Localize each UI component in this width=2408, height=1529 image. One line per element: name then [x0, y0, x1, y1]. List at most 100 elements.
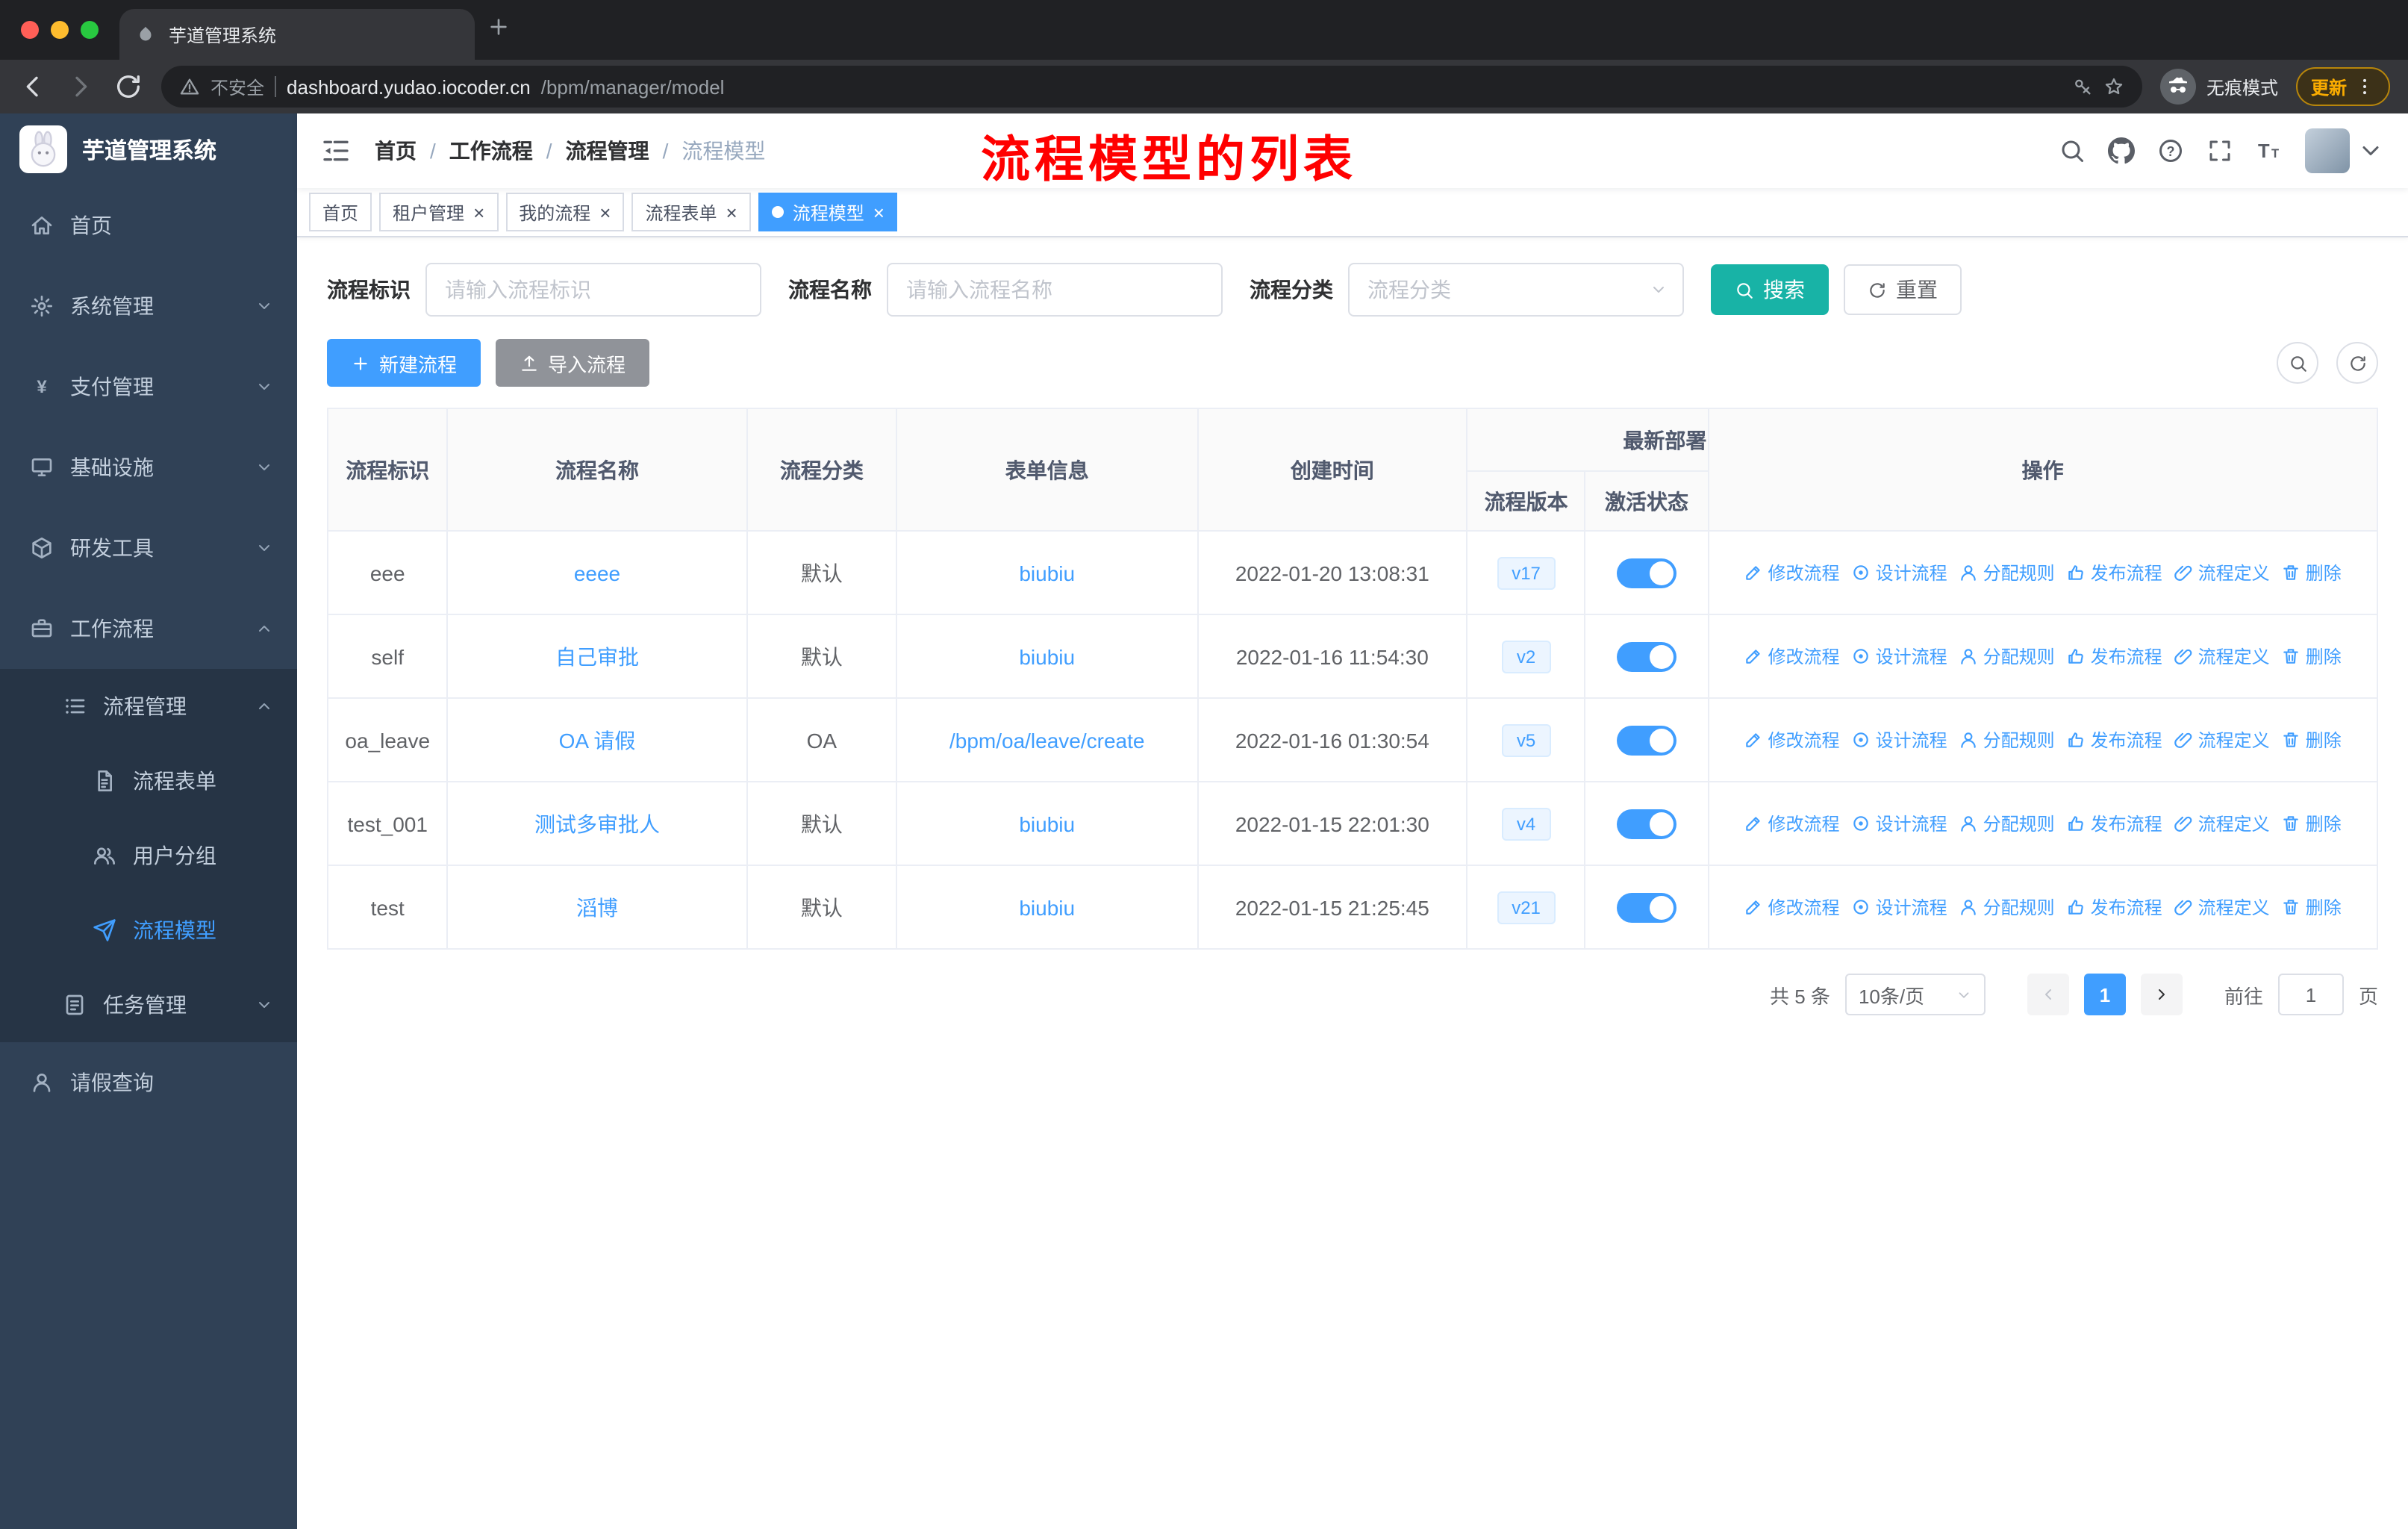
- process-name-link[interactable]: 滔博: [576, 895, 618, 919]
- form-info-link[interactable]: biubiu: [1019, 644, 1075, 668]
- action-definition-link[interactable]: 流程定义: [2174, 726, 2270, 752]
- tab-home[interactable]: 首页: [309, 193, 372, 231]
- sidebar-item-home[interactable]: 首页: [0, 185, 297, 266]
- zoom-window-button[interactable]: [81, 21, 99, 39]
- activation-toggle[interactable]: [1617, 558, 1676, 588]
- import-process-button[interactable]: 导入流程: [496, 339, 650, 387]
- action-publish-link[interactable]: 发布流程: [2067, 726, 2162, 752]
- action-publish-link[interactable]: 发布流程: [2067, 810, 2162, 835]
- back-icon[interactable]: [18, 72, 48, 102]
- sidebar-item-devtools[interactable]: 研发工具: [0, 508, 297, 588]
- process-name-input[interactable]: [887, 263, 1223, 317]
- tab-process-form[interactable]: 流程表单 ×: [631, 193, 751, 231]
- action-design-link[interactable]: 设计流程: [1852, 643, 1947, 668]
- url-bar[interactable]: 不安全 dashboard.yudao.iocoder.cn /bpm/mana…: [161, 66, 2142, 108]
- create-process-button[interactable]: 新建流程: [327, 339, 481, 387]
- action-design-link[interactable]: 设计流程: [1852, 810, 1947, 835]
- breadcrumb-item[interactable]: 流程管理: [566, 136, 649, 166]
- process-name-link[interactable]: OA 请假: [559, 728, 636, 752]
- action-definition-link[interactable]: 流程定义: [2174, 643, 2270, 668]
- action-modify-link[interactable]: 修改流程: [1744, 643, 1840, 668]
- sidebar-item-process-model[interactable]: 流程模型: [0, 893, 297, 968]
- fullscreen-icon[interactable]: [2206, 137, 2233, 164]
- refresh-table-button[interactable]: [2336, 342, 2378, 384]
- action-modify-link[interactable]: 修改流程: [1744, 726, 1840, 752]
- breadcrumb-item[interactable]: 工作流程: [449, 136, 533, 166]
- action-delete-link[interactable]: 删除: [2282, 726, 2342, 752]
- close-icon[interactable]: ×: [726, 202, 737, 222]
- action-design-link[interactable]: 设计流程: [1852, 559, 1947, 585]
- github-icon[interactable]: [2108, 137, 2135, 164]
- action-definition-link[interactable]: 流程定义: [2174, 559, 2270, 585]
- action-assign-rule-link[interactable]: 分配规则: [1959, 810, 2055, 835]
- forward-icon[interactable]: [66, 72, 96, 102]
- sidebar-item-process-form[interactable]: 流程表单: [0, 744, 297, 818]
- action-delete-link[interactable]: 删除: [2282, 810, 2342, 835]
- browser-tab[interactable]: 芋道管理系统: [119, 9, 475, 60]
- action-definition-link[interactable]: 流程定义: [2174, 810, 2270, 835]
- close-window-button[interactable]: [21, 21, 39, 39]
- sidebar-collapse-icon[interactable]: [321, 136, 351, 166]
- action-modify-link[interactable]: 修改流程: [1744, 894, 1840, 919]
- process-name-link[interactable]: eeee: [574, 561, 620, 585]
- close-icon[interactable]: ×: [599, 202, 611, 222]
- tab-process-model[interactable]: 流程模型 ×: [758, 193, 898, 231]
- goto-page-input[interactable]: [2277, 974, 2344, 1015]
- sidebar-item-system[interactable]: 系统管理: [0, 266, 297, 346]
- close-icon[interactable]: ×: [473, 202, 484, 222]
- sidebar-item-workflow[interactable]: 工作流程: [0, 588, 297, 669]
- question-icon[interactable]: ?: [2157, 137, 2184, 164]
- activation-toggle[interactable]: [1617, 809, 1676, 838]
- avatar[interactable]: [2305, 128, 2350, 173]
- sidebar-item-infrastructure[interactable]: 基础设施: [0, 427, 297, 508]
- activation-toggle[interactable]: [1617, 641, 1676, 671]
- action-delete-link[interactable]: 删除: [2282, 559, 2342, 585]
- dots-vertical-icon[interactable]: [2354, 76, 2375, 97]
- action-modify-link[interactable]: 修改流程: [1744, 810, 1840, 835]
- action-publish-link[interactable]: 发布流程: [2067, 559, 2162, 585]
- form-info-link[interactable]: biubiu: [1019, 895, 1075, 919]
- next-page-button[interactable]: [2140, 974, 2183, 1015]
- reload-icon[interactable]: [113, 72, 143, 102]
- sidebar-item-process-mgmt[interactable]: 流程管理: [0, 669, 297, 744]
- new-tab-button[interactable]: [487, 15, 525, 54]
- fontsize-icon[interactable]: TT: [2256, 137, 2283, 164]
- page-1-button[interactable]: 1: [2083, 974, 2126, 1015]
- tab-tenant-mgmt[interactable]: 租户管理 ×: [379, 193, 499, 231]
- activation-toggle[interactable]: [1617, 892, 1676, 922]
- toggle-search-button[interactable]: [2277, 342, 2318, 384]
- action-publish-link[interactable]: 发布流程: [2067, 894, 2162, 919]
- sidebar-item-user-group[interactable]: 用户分组: [0, 818, 297, 893]
- form-info-link[interactable]: biubiu: [1019, 561, 1075, 585]
- search-button[interactable]: 搜索: [1711, 264, 1829, 315]
- close-icon[interactable]: ×: [873, 202, 885, 222]
- action-assign-rule-link[interactable]: 分配规则: [1959, 643, 2055, 668]
- page-size-select[interactable]: 10条/页: [1844, 974, 1986, 1015]
- sidebar-item-payment[interactable]: ¥ 支付管理: [0, 346, 297, 427]
- process-name-link[interactable]: 测试多审批人: [534, 812, 660, 835]
- category-select[interactable]: 流程分类: [1348, 263, 1684, 317]
- star-icon[interactable]: [2103, 76, 2124, 97]
- search-icon[interactable]: [2059, 137, 2086, 164]
- action-definition-link[interactable]: 流程定义: [2174, 894, 2270, 919]
- action-delete-link[interactable]: 删除: [2282, 894, 2342, 919]
- process-name-link[interactable]: 自己审批: [555, 644, 639, 668]
- user-menu[interactable]: [2305, 128, 2384, 173]
- form-info-link[interactable]: biubiu: [1019, 812, 1075, 835]
- action-design-link[interactable]: 设计流程: [1852, 894, 1947, 919]
- reset-button[interactable]: 重置: [1844, 264, 1962, 315]
- sidebar-item-task-mgmt[interactable]: 任务管理: [0, 968, 297, 1042]
- action-assign-rule-link[interactable]: 分配规则: [1959, 726, 2055, 752]
- activation-toggle[interactable]: [1617, 725, 1676, 755]
- action-assign-rule-link[interactable]: 分配规则: [1959, 894, 2055, 919]
- form-info-link[interactable]: /bpm/oa/leave/create: [949, 728, 1145, 752]
- key-icon[interactable]: [2072, 76, 2093, 97]
- action-publish-link[interactable]: 发布流程: [2067, 643, 2162, 668]
- action-modify-link[interactable]: 修改流程: [1744, 559, 1840, 585]
- browser-update-button[interactable]: 更新: [2295, 67, 2390, 106]
- prev-page-button[interactable]: [2027, 974, 2069, 1015]
- sidebar-item-leave-query[interactable]: 请假查询: [0, 1042, 297, 1123]
- tab-close-icon[interactable]: [439, 24, 460, 45]
- minimize-window-button[interactable]: [51, 21, 69, 39]
- action-delete-link[interactable]: 删除: [2282, 643, 2342, 668]
